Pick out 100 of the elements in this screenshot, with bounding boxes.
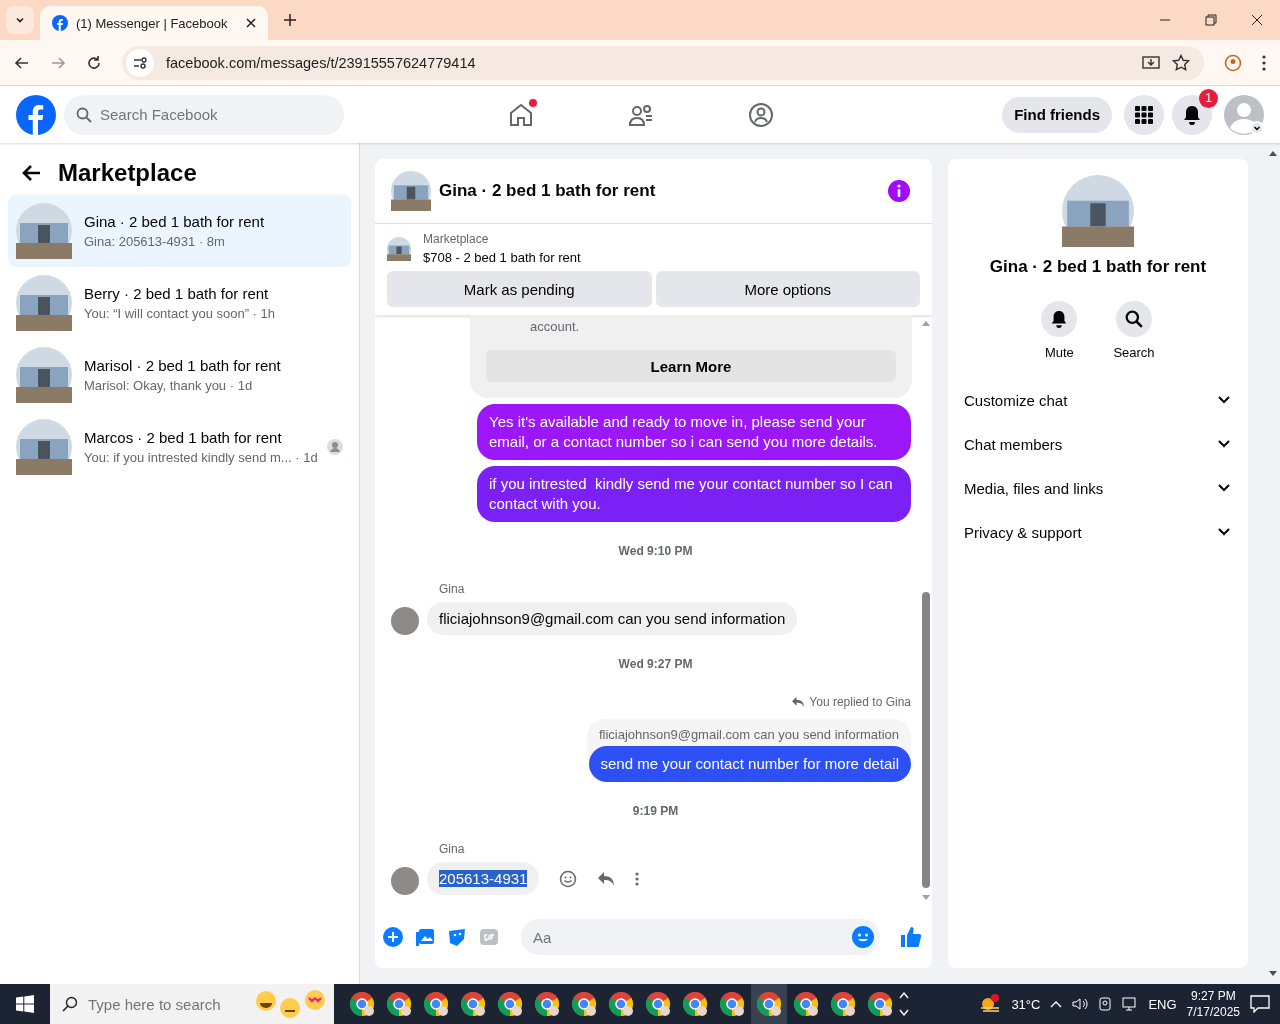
details-section-header[interactable]: Media, files and links [964, 466, 1232, 510]
install-icon[interactable] [1142, 53, 1160, 72]
message-timestamp: Wed 9:27 PM [618, 657, 693, 671]
facebook-logo-icon[interactable] [16, 94, 56, 135]
scroll-down-icon[interactable] [1268, 970, 1278, 978]
message-preview: You: if you intrested kindly send m... · 1d [84, 450, 318, 465]
search-field[interactable]: Search Facebook [64, 94, 344, 135]
message-timestamp: Wed 9:10 PM [618, 544, 693, 558]
reload-icon[interactable] [86, 54, 102, 71]
bookmark-star-icon[interactable] [1172, 53, 1190, 72]
message-timestamp: 9:19 PM [632, 804, 679, 818]
menu-icon[interactable] [1262, 54, 1266, 71]
details-section-header[interactable]: Privacy & support [964, 510, 1232, 554]
notification-count: 1 [1199, 88, 1218, 108]
groups-icon[interactable] [748, 101, 774, 128]
reply-icon[interactable] [597, 870, 616, 887]
facebook-logo-icon [52, 15, 68, 31]
house-photo-placeholder [387, 236, 411, 261]
browser-tab[interactable]: (1) Messenger | Facebook [40, 6, 268, 40]
emoji-icon[interactable] [559, 869, 578, 888]
sent-message-bubble: if you intrested kindly send me your contact number so I can contact with you. [477, 466, 911, 522]
received-message-bubble: fliciajohnson9@gmail.com can you send information [427, 602, 798, 635]
chevron-up-icon[interactable] [1050, 1000, 1063, 1008]
sent-message-bubble: Yes it's available and ready to move in, please send your email, or a contact number so i can send you more details. [477, 404, 911, 460]
weather-icon[interactable] [979, 994, 1002, 1014]
avatar-placeholder [391, 867, 419, 895]
close-icon[interactable] [1251, 14, 1263, 26]
chrome-taskbar-icon[interactable] [751, 984, 787, 1024]
notice-text: account. [530, 319, 581, 334]
camera-icon[interactable] [1098, 996, 1113, 1012]
conversation-name: Gina · 2 bed 1 bath for rent [84, 213, 266, 230]
house-photo-placeholder [16, 419, 72, 475]
back-icon[interactable] [14, 54, 30, 71]
menu-button[interactable] [1124, 94, 1164, 135]
input-language[interactable]: ENG [1148, 996, 1177, 1012]
network-icon[interactable] [1122, 996, 1139, 1012]
find-friends-button[interactable]: Find friends [1002, 96, 1112, 133]
tab-title: (1) Messenger | Facebook [76, 15, 229, 31]
profile-icon[interactable] [1224, 53, 1242, 72]
site-settings-icon[interactable] [126, 48, 154, 77]
back-arrow-icon[interactable] [22, 163, 42, 183]
thumbs-up-icon[interactable] [900, 926, 922, 948]
listing-action-button[interactable]: Mark as pending [387, 271, 652, 307]
house-photo-placeholder [16, 275, 72, 331]
search-icon [62, 996, 78, 1012]
listing-title: $708 - 2 bed 1 bath for rent [423, 250, 581, 265]
learn-more-button[interactable]: Learn More [486, 350, 896, 382]
search-icon [76, 106, 92, 123]
chat-title: Gina · 2 bed 1 bath for rent [439, 181, 656, 201]
sent-message-bubble: send me your contact number for more detail [588, 746, 911, 782]
listing-label: Marketplace [423, 232, 490, 246]
scroll-up-icon[interactable] [1268, 149, 1278, 157]
message-preview: Marisol: Okay, thank you · 1d [84, 378, 253, 393]
more-options-icon[interactable] [635, 870, 640, 887]
house-photo-placeholder [16, 203, 72, 259]
scrollbar-thumb[interactable] [922, 592, 930, 888]
gallery-icon[interactable] [415, 927, 435, 947]
grid-icon [1135, 105, 1153, 124]
plus-icon[interactable] [383, 927, 403, 947]
taskbar-search-field[interactable]: Type here to search [50, 984, 334, 1024]
listing-action-button[interactable]: More options [655, 271, 920, 307]
sender-name: Gina [439, 582, 466, 596]
notifications-button[interactable] [1172, 94, 1212, 135]
taskbar-clock[interactable]: 9:27 PM 7/17/2025 [1186, 988, 1240, 1020]
info-icon[interactable] [888, 180, 910, 202]
bell-icon [1050, 310, 1069, 328]
temperature: 31°C [1011, 996, 1041, 1012]
contact-name: Gina · 2 bed 1 bath for rent [989, 257, 1207, 277]
conversation-item[interactable]: Marisol · 2 bed 1 bath for rent Marisol: Okay, thank you · 1d [8, 339, 351, 411]
message-input-field[interactable]: Aa [521, 919, 880, 955]
house-photo-placeholder [16, 347, 72, 403]
forward-icon[interactable] [50, 54, 66, 71]
reply-label: You replied to Gina [809, 695, 911, 709]
conversation-name: Berry · 2 bed 1 bath for rent [84, 285, 270, 302]
restore-icon[interactable] [1205, 14, 1217, 26]
address-field[interactable]: facebook.com/messages/t/23915557624779414 [122, 45, 1204, 80]
sticker-icon[interactable] [447, 927, 467, 947]
received-message-bubble: 205613-4931 [427, 862, 540, 895]
house-photo-placeholder [1062, 175, 1134, 247]
avatar-placeholder [391, 607, 419, 635]
bell-icon [1182, 104, 1202, 125]
notifications-icon[interactable] [1250, 995, 1270, 1013]
conversation-item[interactable]: Berry · 2 bed 1 bath for rent You: “I will contact you soon” · 1h [8, 267, 351, 339]
new-tab-icon[interactable] [284, 14, 296, 26]
windows-start-icon[interactable] [16, 995, 34, 1013]
house-photo-placeholder [391, 171, 431, 211]
volume-icon[interactable] [1072, 996, 1089, 1012]
conversation-item[interactable]: Gina · 2 bed 1 bath for rent Gina: 205613-4931 · 8m [8, 195, 351, 267]
close-icon[interactable] [246, 18, 256, 28]
details-section-header[interactable]: Customize chat [964, 378, 1232, 422]
search-icon [1125, 310, 1143, 328]
message-preview: Gina: 205613-4931 · 8m [84, 234, 225, 249]
reply-icon [791, 696, 806, 708]
conversation-item[interactable]: Marcos · 2 bed 1 bath for rent You: if you intrested kindly send m... · 1d [8, 411, 351, 483]
conversation-name: Marisol · 2 bed 1 bath for rent [84, 357, 282, 374]
emoji-icon[interactable] [852, 926, 874, 948]
marketplace-heading: Marketplace [58, 159, 197, 187]
details-section-header[interactable]: Chat members [964, 422, 1232, 466]
home-icon[interactable] [508, 101, 534, 128]
sender-name: Gina [439, 842, 466, 856]
